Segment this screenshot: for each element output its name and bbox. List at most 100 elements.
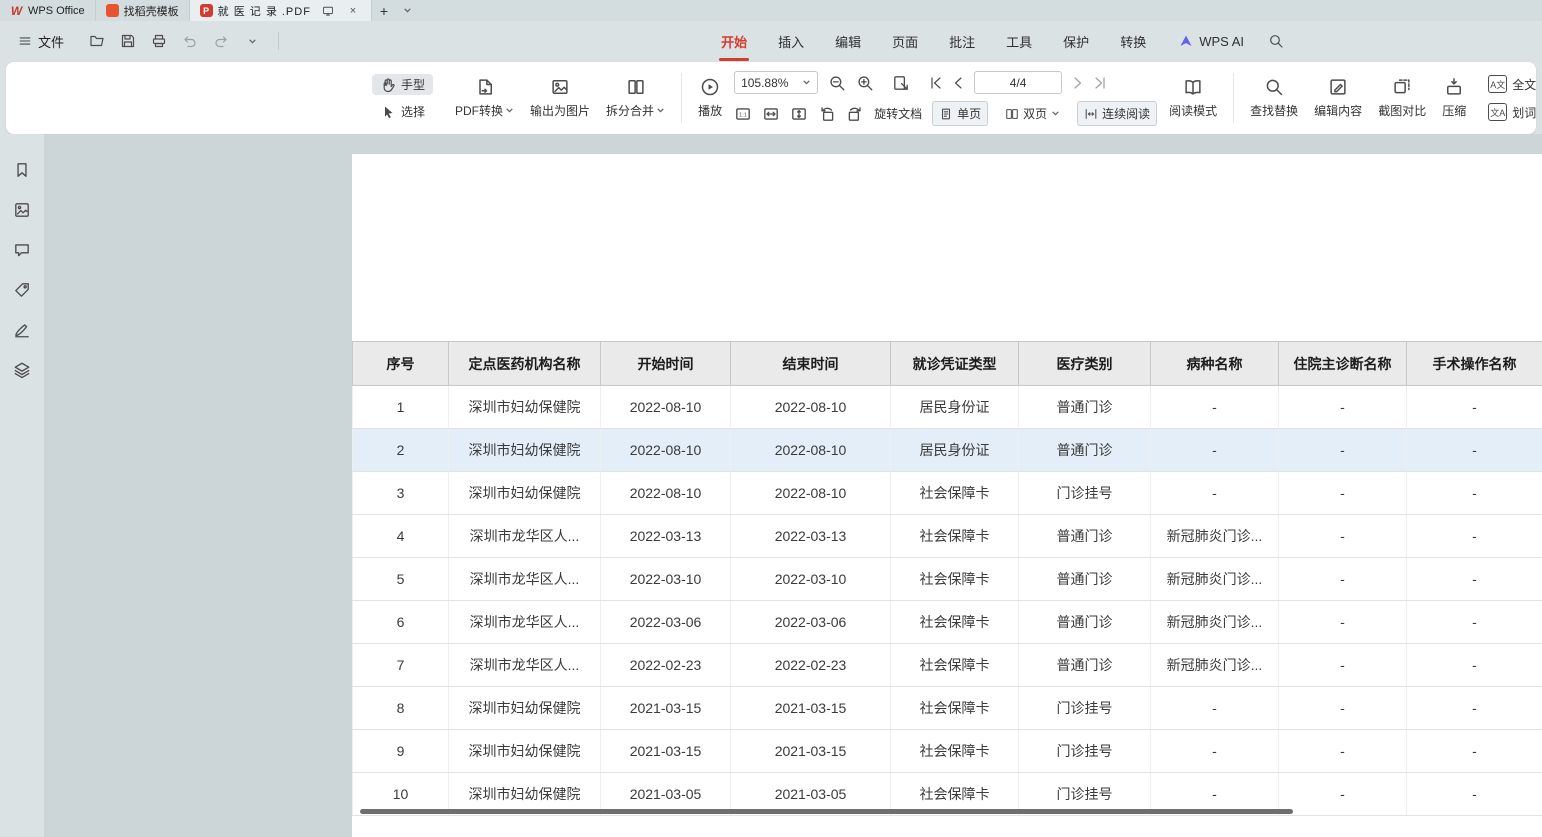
menu-tab-annotate[interactable]: 批注 <box>947 21 977 61</box>
find-replace-button[interactable]: 查找替换 <box>1242 73 1306 123</box>
prev-page-button[interactable] <box>951 75 967 91</box>
actual-size-button[interactable]: 1:1 <box>734 105 752 123</box>
rotate-right-button[interactable] <box>846 105 864 123</box>
pdf-convert-button[interactable]: PDF转换 <box>447 73 522 123</box>
left-panel-rail <box>0 134 44 837</box>
menu-tab-convert[interactable]: 转换 <box>1118 21 1148 61</box>
menu-tab-insert[interactable]: 插入 <box>776 21 806 61</box>
view-controls: 105.88% 1:1 旋转 <box>734 71 1157 126</box>
rotate-doc-label[interactable]: 旋转文档 <box>874 105 922 122</box>
tab-document-pdf[interactable]: P 就 医 记 录 .PDF × <box>190 0 372 21</box>
first-page-button[interactable] <box>928 75 944 91</box>
zoom-out-button[interactable] <box>828 74 846 92</box>
undo-button[interactable] <box>179 30 201 52</box>
table-cell: 2022-03-06 <box>731 601 891 644</box>
table-cell: 普通门诊 <box>1019 558 1151 601</box>
table-cell: 2022-02-23 <box>731 644 891 687</box>
page-number-input[interactable] <box>974 71 1062 94</box>
table-cell: 新冠肺炎门诊... <box>1151 601 1279 644</box>
new-tab-button[interactable]: + <box>372 0 396 21</box>
tab-screen-icon[interactable] <box>320 3 336 19</box>
layers-icon[interactable] <box>13 361 31 379</box>
next-page-button[interactable] <box>1069 75 1085 91</box>
table-cell: - <box>1407 429 1542 472</box>
fit-page-button[interactable] <box>790 105 808 123</box>
export-as-image-button[interactable]: 输出为图片 <box>522 73 598 123</box>
full-translate-button[interactable]: A文 全文翻译 <box>1480 73 1536 95</box>
thumbnail-icon[interactable] <box>13 201 31 219</box>
attachment-icon[interactable] <box>13 281 31 299</box>
screenshot-compare-button[interactable]: 截图对比 <box>1370 73 1434 123</box>
table-cell: 深圳市龙华区人... <box>449 644 601 687</box>
hand-tool-label: 手型 <box>401 76 425 93</box>
tab-label: 就 医 记 录 .PDF <box>218 3 311 19</box>
single-page-button[interactable]: 单页 <box>932 101 988 126</box>
table-cell: 社会保障卡 <box>891 515 1019 558</box>
word-translate-button[interactable]: 文A 划词翻译 <box>1480 101 1536 123</box>
table-cell: 2021-03-15 <box>601 687 731 730</box>
tab-close-icon[interactable]: × <box>345 3 361 19</box>
find-replace-label: 查找替换 <box>1250 102 1298 119</box>
menubar-search-button[interactable] <box>1268 33 1284 49</box>
wps-ai-button[interactable]: WPS AI <box>1178 33 1244 49</box>
menu-tab-page[interactable]: 页面 <box>890 21 920 61</box>
edit-content-button[interactable]: 编辑内容 <box>1306 73 1370 123</box>
read-mode-button[interactable]: 阅读模式 <box>1161 73 1225 123</box>
chevron-down-icon <box>656 106 665 115</box>
continuous-read-button[interactable]: 连续阅读 <box>1077 101 1157 126</box>
compress-button[interactable]: 压缩 <box>1434 73 1474 123</box>
menu-tab-home[interactable]: 开始 <box>719 21 749 61</box>
menu-tab-edit[interactable]: 编辑 <box>833 21 863 61</box>
signature-icon[interactable] <box>13 321 31 339</box>
open-file-button[interactable] <box>86 30 108 52</box>
print-button[interactable] <box>148 30 170 52</box>
fit-selection-button[interactable] <box>892 74 910 92</box>
table-cell: 2022-08-10 <box>601 429 731 472</box>
table-cell: 2022-03-10 <box>731 558 891 601</box>
tab-list-dropdown[interactable] <box>396 0 420 21</box>
divider <box>681 73 682 123</box>
save-button[interactable] <box>117 30 139 52</box>
divider <box>1233 73 1234 123</box>
page-navigation <box>928 71 1108 94</box>
last-page-button[interactable] <box>1092 75 1108 91</box>
table-cell: - <box>1279 558 1407 601</box>
zoom-select[interactable]: 105.88% <box>734 71 818 94</box>
table-row: 2深圳市妇幼保健院2022-08-102022-08-10居民身份证普通门诊--… <box>353 429 1542 472</box>
tab-docer-template[interactable]: 找稻壳模板 <box>96 0 190 21</box>
two-page-button[interactable]: 双页 <box>998 101 1067 126</box>
horizontal-scrollbar-thumb[interactable] <box>360 809 1293 814</box>
tab-label: WPS Office <box>28 5 85 17</box>
menu-tab-protect[interactable]: 保护 <box>1061 21 1091 61</box>
pdf-page: 序号定点医药机构名称开始时间结束时间就诊凭证类型医疗类别病种名称住院主诊断名称手… <box>352 154 1542 837</box>
fit-width-button[interactable] <box>762 105 780 123</box>
zoom-in-button[interactable] <box>856 74 874 92</box>
file-menu-label: 文件 <box>38 32 64 51</box>
menu-tab-tools[interactable]: 工具 <box>1004 21 1034 61</box>
single-page-icon <box>939 107 953 121</box>
tab-wps-office[interactable]: W WPS Office <box>0 0 96 21</box>
document-viewport[interactable]: 序号定点医药机构名称开始时间结束时间就诊凭证类型医疗类别病种名称住院主诊断名称手… <box>44 134 1542 837</box>
table-cell: - <box>1151 687 1279 730</box>
play-button[interactable]: 播放 <box>690 73 730 123</box>
zoom-value: 105.88% <box>741 76 788 90</box>
select-tool-button[interactable]: 选择 <box>372 101 433 122</box>
table-cell: - <box>1407 644 1542 687</box>
file-menu-button[interactable]: 文件 <box>10 28 72 55</box>
edit-content-label: 编辑内容 <box>1314 102 1362 119</box>
table-cell: - <box>1407 687 1542 730</box>
table-cell: - <box>1279 472 1407 515</box>
redo-button[interactable] <box>210 30 232 52</box>
table-cell: 2022-03-10 <box>601 558 731 601</box>
table-header-cell: 手术操作名称 <box>1407 342 1542 386</box>
rotate-left-button[interactable] <box>818 105 836 123</box>
comment-icon[interactable] <box>13 241 31 259</box>
wps-ai-icon <box>1178 33 1194 49</box>
split-merge-button[interactable]: 拆分合并 <box>598 73 673 123</box>
bookmark-icon[interactable] <box>13 161 31 179</box>
image-icon <box>550 77 570 97</box>
undo-history-dropdown[interactable] <box>241 30 263 52</box>
quick-access-toolbar <box>86 30 285 52</box>
hand-tool-button[interactable]: 手型 <box>372 74 433 95</box>
table-cell: 普通门诊 <box>1019 386 1151 429</box>
